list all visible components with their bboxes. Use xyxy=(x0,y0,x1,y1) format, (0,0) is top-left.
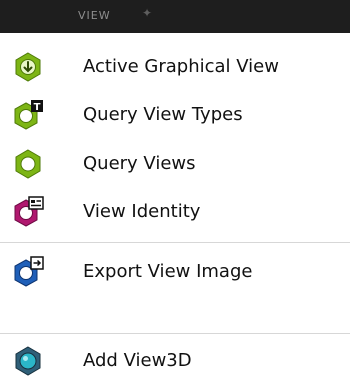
view-menu: VIEW ✦ Active Graphical View T Query Vie… xyxy=(0,0,350,388)
menu-item-label: Query Views xyxy=(83,153,196,174)
menu-separator xyxy=(0,333,350,334)
pin-icon[interactable]: ✦ xyxy=(142,6,152,20)
query-view-types-icon: T xyxy=(12,99,44,131)
menu-item-label: Query View Types xyxy=(83,104,243,125)
menu-separator xyxy=(0,242,350,243)
menu-item-add-view3d[interactable]: Add View3D xyxy=(0,337,350,385)
menu-header: VIEW ✦ xyxy=(0,0,350,33)
menu-item-query-view-types[interactable]: T Query View Types xyxy=(0,91,350,139)
add-view3d-icon xyxy=(12,345,44,377)
active-graphical-view-icon xyxy=(12,51,44,83)
view-identity-icon xyxy=(12,196,44,228)
menu-item-label: Add View3D xyxy=(83,350,192,371)
menu-header-title: VIEW xyxy=(78,9,111,22)
menu-item-query-views[interactable]: Query Views xyxy=(0,140,350,188)
query-views-icon xyxy=(12,148,44,180)
menu-item-label: Active Graphical View xyxy=(83,56,279,77)
menu-item-export-view-image[interactable]: Export View Image xyxy=(0,248,350,296)
menu-item-label: Export View Image xyxy=(83,261,253,282)
menu-item-label: View Identity xyxy=(83,201,201,222)
export-view-image-icon xyxy=(12,256,44,288)
menu-item-active-graphical-view[interactable]: Active Graphical View xyxy=(0,43,350,91)
svg-text:T: T xyxy=(34,102,41,113)
menu-item-view-identity[interactable]: View Identity xyxy=(0,188,350,236)
